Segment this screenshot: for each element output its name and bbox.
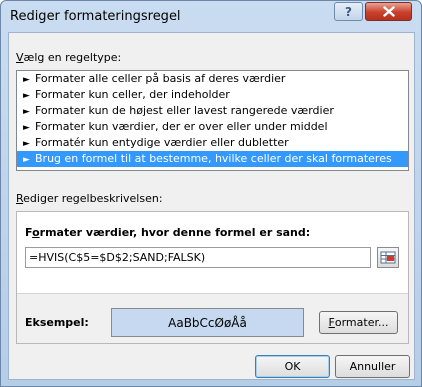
format-button[interactable]: Formater...: [319, 311, 398, 334]
triangle-right-icon: ►: [23, 107, 30, 117]
cancel-button[interactable]: Annuller: [335, 355, 410, 378]
formula-section: Formater værdier, hvor denne formel er s…: [17, 212, 408, 294]
close-button[interactable]: [365, 2, 412, 21]
rule-type-item[interactable]: ► Formater kun celler, der indeholder: [17, 87, 408, 103]
rule-type-item[interactable]: ► Formater kun de højest eller lavest ran…: [17, 103, 408, 119]
dialog-title: Rediger formateringsregel: [10, 9, 181, 24]
range-select-icon: [380, 251, 396, 264]
triangle-right-icon: ►: [23, 123, 30, 133]
rule-type-item[interactable]: ► Formater alle celler på basis af deres …: [17, 71, 408, 87]
dialog-window: Rediger formateringsregel ? Vælg en rege…: [0, 0, 422, 387]
help-button[interactable]: ?: [334, 2, 363, 21]
rule-description-label: Rediger regelbeskrivelsen:: [16, 192, 163, 205]
close-icon: [382, 6, 395, 17]
example-text: AaBbCcØøÅå: [168, 315, 247, 330]
dialog-body: Vælg en regeltype: ► Formater alle celler…: [8, 32, 415, 380]
rule-type-label: Vælg en regeltype:: [16, 51, 122, 64]
rule-description-group: Formater værdier, hvor denne formel er s…: [16, 211, 409, 344]
triangle-right-icon: ►: [23, 155, 30, 165]
help-icon: ?: [345, 4, 352, 19]
example-preview: AaBbCcØøÅå: [111, 308, 304, 337]
title-bar[interactable]: Rediger formateringsregel ?: [1, 1, 421, 32]
triangle-right-icon: ►: [23, 75, 30, 85]
formula-input[interactable]: =HVIS(C$5=$D$2;SAND;FALSK): [25, 247, 371, 268]
rule-type-item-selected[interactable]: ► Brug en formel til at bestemme, hvilke …: [17, 151, 408, 167]
formula-label: Formater værdier, hvor denne formel er s…: [25, 226, 311, 239]
rule-type-item[interactable]: ► Formater kun værdier, der er over eller…: [17, 119, 408, 135]
ok-button[interactable]: OK: [255, 355, 330, 378]
collapse-dialog-button[interactable]: [377, 247, 399, 268]
triangle-right-icon: ►: [23, 139, 30, 149]
example-label: Eksempel:: [25, 316, 89, 329]
rule-type-item[interactable]: ► Formatér kun entydige værdier eller dub…: [17, 135, 408, 151]
triangle-right-icon: ►: [23, 91, 30, 101]
rule-type-list[interactable]: ► Formater alle celler på basis af deres …: [16, 70, 409, 171]
